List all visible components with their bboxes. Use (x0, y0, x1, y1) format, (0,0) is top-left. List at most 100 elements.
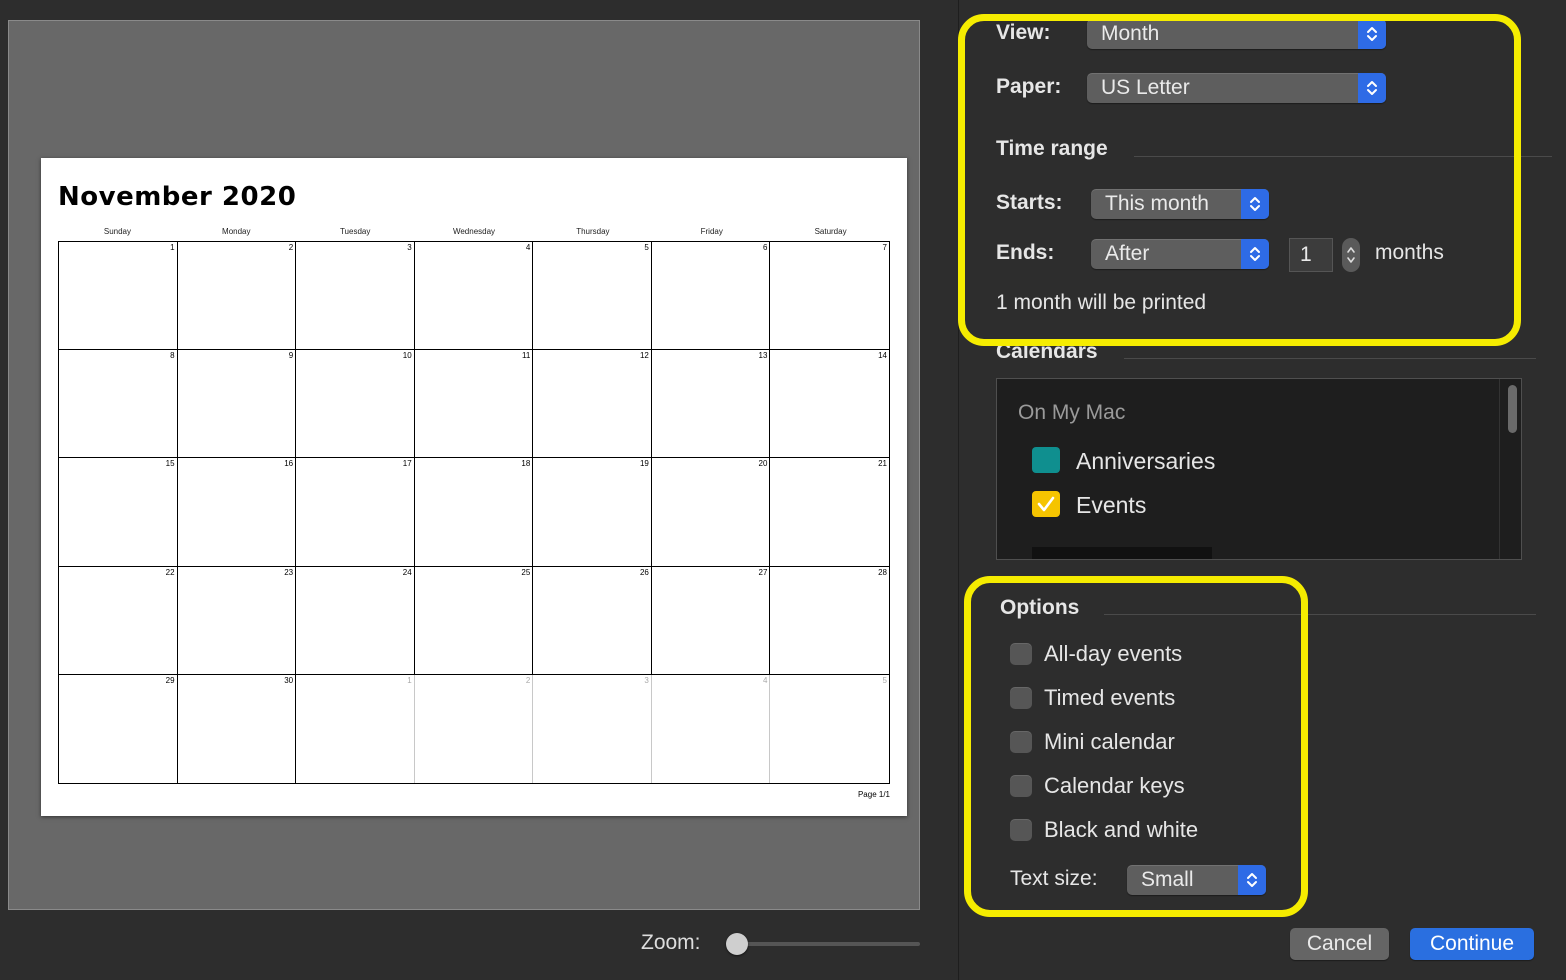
calendar-day-cell: 5 (533, 242, 652, 351)
calendar-day-cell: 7 (770, 242, 889, 351)
calendar-day-cell: 23 (177, 566, 297, 675)
calendar-day-cell: 27 (651, 566, 771, 675)
list-separator (1499, 379, 1500, 559)
calendar-checkbox[interactable] (1032, 447, 1060, 473)
paper-label: Paper: (996, 75, 1062, 98)
checkbox[interactable] (1010, 819, 1032, 841)
text-size-popup[interactable]: Small (1127, 865, 1266, 895)
view-value: Month (1101, 22, 1160, 45)
month-count-stepper[interactable] (1342, 238, 1360, 272)
day-number: 18 (521, 459, 531, 469)
options-heading: Options (1000, 596, 1080, 619)
calendar-day-cell: 4 (414, 242, 534, 351)
calendar-day-cell: 18 (414, 458, 534, 567)
day-number: 7 (882, 243, 887, 252)
ends-label: Ends: (996, 241, 1055, 264)
day-number: 19 (639, 459, 649, 469)
checkbox[interactable] (1010, 775, 1032, 797)
view-popup[interactable]: Month (1087, 19, 1386, 49)
day-number: 12 (639, 351, 649, 361)
view-label: View: (996, 21, 1051, 44)
day-number: 28 (878, 567, 887, 577)
day-number: 15 (165, 459, 175, 469)
day-number: 27 (758, 567, 768, 577)
calendar-day-cell: 9 (177, 350, 297, 459)
checkmark-icon (1037, 496, 1055, 512)
ends-value: After (1105, 242, 1150, 265)
continue-button[interactable]: Continue (1410, 928, 1534, 960)
weekday-header-row: Sunday Monday Tuesday Wednesday Thursday… (58, 227, 890, 239)
checkbox-label: Mini calendar (1044, 729, 1175, 754)
months-unit-label: months (1375, 241, 1444, 264)
month-count-input[interactable] (1290, 239, 1332, 271)
calendar-day-cell: 8 (59, 350, 178, 459)
time-range-heading: Time range (996, 137, 1108, 160)
popup-arrows-icon (1241, 239, 1269, 269)
day-number: 14 (878, 351, 887, 361)
redacted-calendar-item (1032, 547, 1212, 559)
calendar-day-cell: 1 (59, 242, 178, 351)
popup-arrows-icon (1238, 865, 1266, 895)
day-number: 11 (521, 351, 531, 361)
calendar-day-cell: 22 (59, 566, 178, 675)
day-number: 21 (878, 459, 887, 469)
popup-arrows-icon (1241, 189, 1269, 219)
calendar-day-cell: 5 (770, 675, 889, 783)
checkbox-label: All-day events (1044, 641, 1183, 666)
starts-popup[interactable]: This month (1091, 189, 1269, 219)
day-number: 13 (758, 351, 768, 361)
calendar-day-cell: 13 (651, 350, 771, 459)
calendar-day-cell: 4 (652, 674, 771, 783)
starts-label: Starts: (996, 191, 1063, 214)
weekday-label: Saturday (814, 227, 847, 236)
zoom-slider[interactable] (730, 942, 920, 946)
calendar-day-cell: 29 (59, 674, 178, 783)
page-number-label: Page 1/1 (857, 790, 890, 799)
checkbox-label: Timed events (1044, 685, 1176, 710)
checkbox[interactable] (1010, 643, 1032, 665)
day-number: 3 (644, 675, 649, 685)
day-number: 5 (882, 675, 887, 685)
section-divider (1124, 358, 1536, 359)
weekday-label: Thursday (576, 227, 610, 236)
calendar-day-cell: 3 (296, 242, 415, 351)
day-number: 29 (165, 675, 175, 685)
day-number: 5 (644, 243, 649, 252)
day-number: 2 (288, 243, 294, 252)
print-preview: November 2020 Sunday Monday Tuesday Wedn… (8, 20, 920, 910)
day-number: 2 (525, 675, 531, 685)
calendar-checkbox[interactable] (1032, 491, 1060, 517)
checkbox[interactable] (1010, 731, 1032, 753)
calendar-day-cell: 30 (178, 674, 297, 783)
calendar-day-cell: 20 (651, 458, 771, 567)
calendar-name: Anniversaries (1076, 448, 1216, 474)
text-size-label: Text size: (1010, 867, 1098, 890)
checkbox[interactable] (1010, 687, 1032, 709)
cancel-button[interactable]: Cancel (1290, 928, 1389, 960)
zoom-slider-knob[interactable] (726, 933, 748, 955)
weekday-label: Monday (222, 227, 251, 236)
day-number: 10 (402, 351, 412, 361)
calendar-day-cell: 24 (296, 566, 415, 675)
ends-popup[interactable]: After (1091, 239, 1269, 269)
calendar-day-cell: 3 (533, 674, 652, 783)
calendar-day-cell: 26 (533, 566, 652, 675)
calendar-day-cell: 25 (414, 566, 534, 675)
calendar-day-cell: 11 (414, 350, 534, 459)
paper-value: US Letter (1101, 76, 1190, 99)
paper-popup[interactable]: US Letter (1087, 73, 1386, 103)
calendar-group-label: On My Mac (1018, 401, 1126, 424)
calendar-day-cell: 6 (651, 242, 771, 351)
day-number: 1 (407, 675, 412, 685)
day-number: 26 (639, 567, 649, 577)
weekday-label: Friday (700, 227, 723, 236)
calendar-list[interactable]: On My Mac Anniversaries Events (996, 378, 1522, 560)
calendar-day-cell: 28 (770, 567, 889, 675)
weekday-label: Wednesday (452, 227, 496, 236)
calendar-month-title: November 2020 (58, 182, 297, 212)
calendar-day-cell: 16 (177, 458, 297, 567)
list-scrollbar[interactable] (1508, 385, 1517, 433)
month-count-field[interactable] (1289, 238, 1333, 272)
preview-page: November 2020 Sunday Monday Tuesday Wedn… (41, 158, 907, 816)
day-number: 22 (165, 567, 175, 577)
